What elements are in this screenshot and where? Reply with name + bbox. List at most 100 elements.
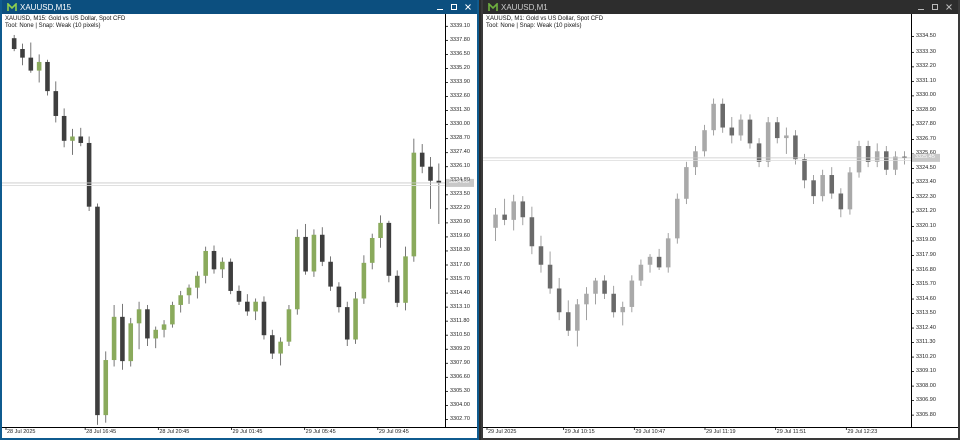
- price-tick-label: 3307.90: [450, 359, 470, 366]
- candle-body-bullish: [361, 262, 367, 299]
- price-tick-label: 3339.10: [450, 22, 470, 29]
- chart-window-m1[interactable]: XAUUSD,M1 XAUUSD, M1: Gold vs US Dollar,…: [481, 0, 960, 440]
- candle-body-bearish: [211, 250, 217, 270]
- candle-body-bullish: [784, 135, 789, 139]
- candle-body-bearish: [53, 91, 59, 116]
- candle-body-bearish: [756, 143, 762, 162]
- candle-body-bearish: [95, 206, 100, 416]
- candle-body-bullish: [220, 261, 225, 270]
- price-tick-label: 3310.20: [916, 353, 936, 360]
- candle-body-bearish: [45, 61, 50, 92]
- candle-body-bearish: [838, 193, 844, 210]
- candle-body-bearish: [656, 256, 662, 268]
- price-tick-label: 3333.90: [450, 78, 470, 85]
- time-tick-label: 29 Jul 2025: [488, 429, 517, 435]
- candle-body-bullish: [178, 295, 183, 305]
- price-tick-label: 3328.90: [916, 106, 936, 113]
- close-icon[interactable]: [461, 0, 475, 14]
- candle-body-bullish: [893, 156, 898, 170]
- price-tick-label: 3319.60: [450, 233, 470, 240]
- time-tick-label: 28 Jul 16:45: [86, 429, 117, 435]
- candle-body-bullish: [311, 234, 317, 272]
- candle-body-bullish: [847, 172, 853, 210]
- chart-window-m15[interactable]: XAUUSD,M15 XAUUSD, M15: Gold vs US Dolla…: [0, 0, 479, 440]
- time-tick-label: 29 Jul 12:23: [847, 429, 878, 435]
- price-tick-label: 3304.00: [450, 401, 470, 408]
- close-icon[interactable]: [942, 0, 956, 14]
- candle-body-bullish: [403, 256, 408, 303]
- candle-body-bullish: [584, 293, 589, 305]
- symbol-info: XAUUSD, M15: Gold vs US Dollar, Spot CFD…: [5, 16, 125, 30]
- candle-body-bearish: [520, 201, 526, 218]
- price-tick-label: 3326.70: [916, 135, 936, 142]
- candle-body-bullish: [36, 61, 42, 71]
- price-tick-label: 3323.50: [450, 191, 470, 198]
- price-tick-label: 3309.20: [450, 345, 470, 352]
- candle-body-bullish: [286, 309, 292, 342]
- candle-body-bullish: [493, 214, 498, 228]
- candle-body-bullish: [629, 280, 635, 307]
- price-tick-label: 3314.40: [450, 289, 470, 296]
- price-tick-label: 3332.60: [450, 93, 470, 100]
- window-titlebar[interactable]: XAUUSD,M1: [483, 0, 958, 14]
- metatrader-app-icon: [487, 2, 498, 12]
- price-tick-label: 3326.10: [450, 163, 470, 170]
- candle-body-bearish: [529, 217, 535, 247]
- price-tick-label: 3315.70: [450, 275, 470, 282]
- candlestick-chart[interactable]: [483, 14, 958, 438]
- candle-body-bearish: [565, 312, 571, 331]
- time-tick-label: 29 Jul 05:45: [305, 429, 336, 435]
- price-tick-label: 3332.20: [916, 63, 936, 70]
- price-tick-label: 3305.30: [450, 387, 470, 394]
- price-tick-label: 3324.50: [916, 164, 936, 171]
- candle-body-bearish: [602, 280, 607, 294]
- tool-status: Tool: None | Snap: Weak (10 pixels): [486, 23, 582, 29]
- price-tick-label: 3321.20: [916, 208, 936, 215]
- candle-body-bullish: [378, 222, 383, 238]
- candle-body-bearish: [793, 135, 798, 160]
- symbol-info: XAUUSD, M1: Gold vs US Dollar, Spot CFD …: [486, 16, 603, 30]
- chart-plot-area[interactable]: XAUUSD, M1: Gold vs US Dollar, Spot CFD …: [483, 14, 958, 438]
- candle-body-bearish: [747, 119, 753, 144]
- candle-body-bearish: [270, 335, 275, 354]
- chart-plot-area[interactable]: XAUUSD, M15: Gold vs US Dollar, Spot CFD…: [2, 14, 477, 438]
- candlestick-chart[interactable]: [2, 14, 477, 438]
- candle-body-bullish: [693, 151, 698, 168]
- window-titlebar[interactable]: XAUUSD,M15: [2, 0, 477, 14]
- candle-body-bearish: [865, 146, 871, 162]
- symbol-description: XAUUSD, M1: Gold vs US Dollar, Spot CFD: [486, 16, 604, 22]
- price-tick-label: 3330.00: [916, 92, 936, 99]
- metatrader-app-icon: [6, 2, 17, 12]
- time-tick-label: 29 Jul 10:15: [564, 429, 595, 435]
- symbol-description: XAUUSD, M15: Gold vs US Dollar, Spot CFD: [5, 16, 126, 22]
- minimize-icon[interactable]: [914, 0, 928, 14]
- candle-body-bearish: [61, 115, 67, 141]
- time-tick-label: 29 Jul 01:45: [232, 429, 263, 435]
- candle-body-bearish: [245, 301, 250, 312]
- candle-body-bearish: [556, 288, 562, 313]
- candle-body-bearish: [303, 236, 308, 272]
- candle-body-bearish: [394, 275, 400, 303]
- price-tick-label: 3333.30: [916, 48, 936, 55]
- candle-body-bullish: [186, 287, 192, 296]
- candle-body-bearish: [428, 166, 433, 181]
- price-tick-label: 3311.30: [916, 339, 936, 346]
- maximize-icon[interactable]: [928, 0, 942, 14]
- price-tick-label: 3320.90: [450, 219, 470, 226]
- price-tick-label: 3313.10: [450, 303, 470, 310]
- minimize-icon[interactable]: [433, 0, 447, 14]
- candle-body-bullish: [70, 136, 75, 141]
- candle-body-bullish: [711, 103, 716, 131]
- price-tick-label: 3302.70: [450, 415, 470, 422]
- candle-body-bullish: [369, 238, 375, 263]
- price-tick-label: 3322.30: [916, 193, 936, 200]
- candle-body-bullish: [765, 122, 771, 162]
- candle-body-bearish: [78, 136, 84, 143]
- candle-body-bearish: [145, 309, 150, 339]
- candle-body-bearish: [336, 286, 342, 308]
- tool-status: Tool: None | Snap: Weak (10 pixels): [5, 23, 101, 29]
- maximize-icon[interactable]: [447, 0, 461, 14]
- candle-body-bearish: [720, 103, 725, 128]
- price-tick-label: 3315.70: [916, 281, 936, 288]
- candle-body-bullish: [620, 306, 626, 313]
